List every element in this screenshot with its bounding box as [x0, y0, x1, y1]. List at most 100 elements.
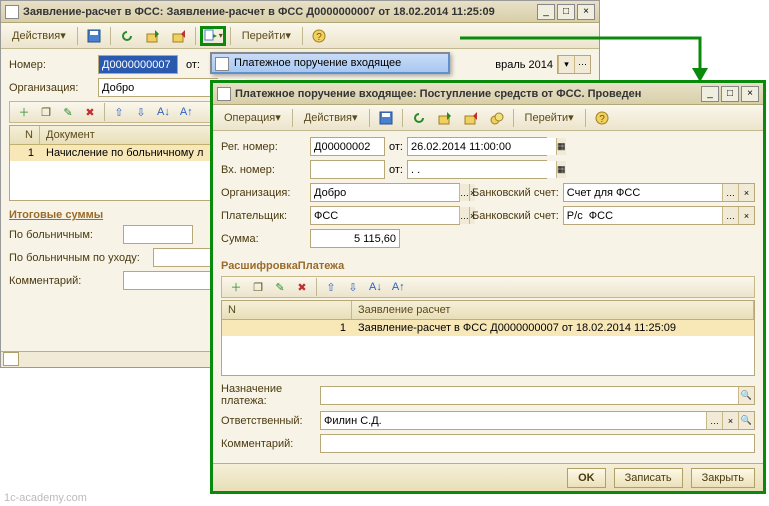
move-down-icon[interactable]: ⇩: [343, 277, 363, 297]
sick-field[interactable]: [123, 225, 193, 244]
sort-asc-icon[interactable]: A↓: [153, 102, 174, 122]
col-request: Заявление расчет: [352, 301, 754, 319]
table-row[interactable]: 1 Заявление-расчет в ФСС Д0000000007 от …: [222, 320, 754, 336]
calendar-icon[interactable]: ▦: [556, 138, 566, 155]
from-label: от:: [389, 141, 403, 153]
basis-dropdown: Платежное поручение входящее: [210, 52, 450, 74]
from-label2: от:: [389, 164, 403, 176]
sort-desc-icon[interactable]: A↑: [388, 277, 409, 297]
window-title: Платежное поручение входящее: Поступлени…: [235, 88, 701, 100]
org-label: Организация:: [9, 82, 94, 94]
purpose-field[interactable]: [321, 387, 738, 404]
basis-button[interactable]: ▾: [200, 26, 226, 46]
in-num-label: Вх. номер:: [221, 164, 306, 176]
save-button[interactable]: Записать: [614, 468, 683, 488]
actions-menu[interactable]: Действия ▾: [5, 26, 73, 46]
close-button[interactable]: Закрыть: [691, 468, 755, 488]
minimize-button[interactable]: _: [537, 4, 555, 20]
select-icon[interactable]: …: [722, 207, 738, 224]
goto-menu[interactable]: Перейти ▾: [518, 108, 581, 128]
move-down-icon[interactable]: ⇩: [131, 102, 151, 122]
number-label: Номер:: [9, 59, 94, 71]
sick-care-label: По больничным по уходу:: [9, 252, 149, 264]
ok-button[interactable]: OK: [567, 468, 606, 488]
reg-num-field[interactable]: [310, 137, 385, 156]
bank-acc-field[interactable]: [564, 184, 722, 201]
calendar-icon[interactable]: ▦: [556, 161, 566, 178]
open-icon[interactable]: 🔍: [738, 412, 754, 429]
detail-toolbar: ＋ ❐ ✎ ✖ ⇧ ⇩ A↓ A↑: [221, 276, 755, 298]
svg-text:?: ?: [316, 32, 322, 43]
help-icon[interactable]: ?: [590, 108, 614, 128]
delete-icon[interactable]: ✖: [292, 277, 312, 297]
window-incoming-payment: Платежное поручение входящее: Поступлени…: [210, 80, 766, 494]
maximize-button[interactable]: □: [557, 4, 575, 20]
comment-label: Комментарий:: [9, 275, 119, 287]
select-icon[interactable]: …: [459, 184, 469, 201]
minimize-button[interactable]: _: [701, 86, 719, 102]
save-icon[interactable]: [374, 108, 398, 128]
scroll-left-icon[interactable]: [3, 352, 19, 366]
from-label: от:: [186, 59, 200, 71]
bank-acc2-field[interactable]: [564, 207, 722, 224]
col-n: N: [10, 126, 40, 144]
refresh-icon[interactable]: [115, 26, 139, 46]
move-up-icon[interactable]: ⇧: [321, 277, 341, 297]
in-num-field[interactable]: [310, 160, 385, 179]
copy-icon[interactable]: ❐: [248, 277, 268, 297]
date-field[interactable]: [408, 138, 556, 155]
select-icon[interactable]: …: [706, 412, 722, 429]
in-date-field[interactable]: [408, 161, 556, 178]
svg-text:?: ?: [599, 114, 605, 125]
delete-icon[interactable]: ✖: [80, 102, 100, 122]
bank-acc2-label: Банковский счет:: [472, 210, 559, 222]
close-button[interactable]: ×: [741, 86, 759, 102]
sick-label: По больничным:: [9, 229, 119, 241]
actions-menu[interactable]: Действия ▾: [297, 108, 365, 128]
copy-icon[interactable]: ❐: [36, 102, 56, 122]
add-icon[interactable]: ＋: [226, 277, 246, 297]
footer: OK Записать Закрыть: [213, 463, 763, 491]
comment-label: Комментарий:: [221, 438, 316, 450]
select-icon[interactable]: …: [459, 207, 469, 224]
sort-desc-icon[interactable]: A↑: [176, 102, 197, 122]
close-button[interactable]: ×: [577, 4, 595, 20]
document-icon: [215, 57, 229, 71]
number-field[interactable]: [98, 55, 178, 74]
sum-field[interactable]: [310, 229, 400, 248]
operation-menu[interactable]: Операция ▾: [217, 108, 288, 128]
edit-icon[interactable]: ✎: [58, 102, 78, 122]
post-icon[interactable]: [141, 26, 165, 46]
payer-field[interactable]: [311, 207, 459, 224]
payer-label: Плательщик:: [221, 210, 306, 222]
comment-field[interactable]: [321, 435, 754, 452]
clear-icon[interactable]: ×: [722, 412, 738, 429]
sort-asc-icon[interactable]: A↓: [365, 277, 386, 297]
col-n: N: [222, 301, 352, 319]
responsible-field[interactable]: [321, 412, 706, 429]
select-icon[interactable]: …: [722, 184, 738, 201]
menu-item-incoming-payment[interactable]: Платежное поручение входящее: [211, 53, 449, 73]
purpose-label: Назначение платежа:: [221, 383, 316, 407]
detail-section: РасшифровкаПлатежа: [221, 260, 755, 272]
open-icon[interactable]: 🔍: [738, 387, 754, 404]
org-field[interactable]: [311, 184, 459, 201]
help-icon[interactable]: ?: [307, 26, 331, 46]
maximize-button[interactable]: □: [721, 86, 739, 102]
sum-label: Сумма:: [221, 233, 306, 245]
edit-icon[interactable]: ✎: [270, 277, 290, 297]
move-up-icon[interactable]: ⇧: [109, 102, 129, 122]
goto-menu[interactable]: Перейти ▾: [235, 26, 298, 46]
unpost-icon[interactable]: [459, 108, 483, 128]
coins-icon[interactable]: [485, 108, 509, 128]
bank-acc-label: Банковский счет:: [472, 187, 559, 199]
titlebar: Заявление-расчет в ФСС: Заявление-расчет…: [1, 1, 599, 23]
org-label: Организация:: [221, 187, 306, 199]
clear-icon[interactable]: ×: [738, 184, 754, 201]
save-icon[interactable]: [82, 26, 106, 46]
unpost-icon[interactable]: [167, 26, 191, 46]
post-icon[interactable]: [433, 108, 457, 128]
add-icon[interactable]: ＋: [14, 102, 34, 122]
clear-icon[interactable]: ×: [738, 207, 754, 224]
refresh-icon[interactable]: [407, 108, 431, 128]
